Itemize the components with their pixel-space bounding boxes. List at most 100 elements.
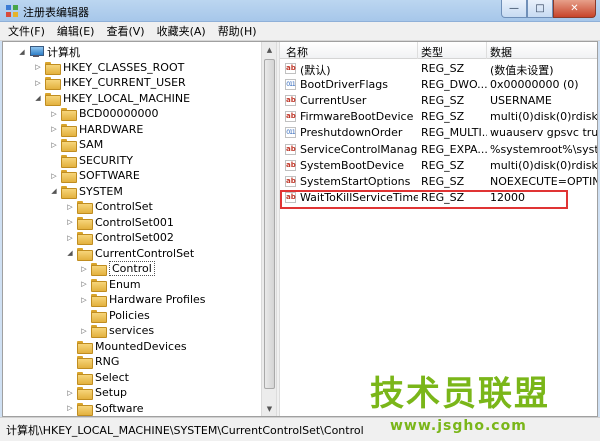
tree-item-label: SYSTEM bbox=[79, 184, 123, 198]
tree-item[interactable]: ▷ Hardware Profiles bbox=[79, 292, 206, 307]
tree-item[interactable]: ▷ Software bbox=[65, 401, 144, 416]
tree-item[interactable]: SECURITY bbox=[49, 153, 133, 168]
maximize-button[interactable]: □ bbox=[527, 0, 553, 18]
tree-item-label: Setup bbox=[95, 386, 128, 399]
list-header: 名称 类型 数据 bbox=[280, 42, 597, 59]
tree-item-label: services bbox=[109, 324, 155, 337]
expand-icon[interactable]: ▷ bbox=[49, 106, 59, 121]
tree-item[interactable]: Select bbox=[65, 370, 129, 385]
tree-item[interactable]: RNG bbox=[65, 354, 119, 369]
tree-item[interactable]: ◢ 计算机 bbox=[17, 44, 80, 59]
tree-item-label: SOFTWARE bbox=[79, 169, 140, 182]
tree-item[interactable]: ▷ BCD00000000 bbox=[49, 106, 159, 121]
collapse-icon[interactable]: ◢ bbox=[65, 246, 75, 261]
tree-item-label: Enum bbox=[109, 277, 141, 291]
computer-icon bbox=[29, 45, 44, 58]
status-path: 计算机\HKEY_LOCAL_MACHINE\SYSTEM\CurrentCon… bbox=[6, 424, 364, 437]
column-divider[interactable] bbox=[417, 42, 418, 59]
list-item[interactable]: 011 BootDriverFlags REG_DWO... 0x00000000 (… bbox=[280, 77, 597, 93]
scroll-up-icon[interactable]: ▲ bbox=[262, 42, 277, 57]
tree-item[interactable]: ▷ HKEY_CURRENT_USER bbox=[33, 75, 186, 90]
close-icon: ✕ bbox=[570, 3, 579, 14]
menu-help[interactable]: 帮助(H) bbox=[212, 23, 263, 39]
highlight-box bbox=[280, 190, 568, 209]
menu-edit[interactable]: 编辑(E) bbox=[51, 23, 101, 39]
tree-item[interactable]: MountedDevices bbox=[65, 339, 187, 354]
tree-item[interactable]: ◢ CurrentControlSet bbox=[65, 246, 194, 261]
expand-icon[interactable]: ▷ bbox=[33, 60, 43, 75]
value-type: REG_SZ bbox=[421, 158, 465, 172]
tree-item-label: Hardware Profiles bbox=[109, 293, 206, 306]
tree-item[interactable]: ▷ SOFTWARE bbox=[49, 168, 140, 183]
menu-favorites[interactable]: 收藏夹(A) bbox=[151, 23, 212, 39]
list-item[interactable]: 011 PreshutdownOrder REG_MULTI... wuauserv … bbox=[280, 125, 597, 141]
folder-icon bbox=[77, 387, 93, 400]
column-header-name[interactable]: 名称 bbox=[286, 44, 308, 60]
column-divider[interactable] bbox=[486, 42, 487, 59]
registry-tree[interactable]: ◢ 计算机 ▷ HKEY_CLASSES_ROOT ▷ HKEY_CURRENT_USER… bbox=[3, 42, 261, 416]
column-header-data[interactable]: 数据 bbox=[490, 44, 512, 60]
tree-item[interactable]: ▷ HKEY_CLASSES_ROOT bbox=[33, 60, 184, 75]
close-button[interactable]: ✕ bbox=[553, 0, 596, 18]
expand-icon[interactable]: ▷ bbox=[65, 401, 75, 416]
value-data: NOEXECUTE=OPTIN bbox=[490, 174, 597, 188]
value-type: REG_EXPA... bbox=[421, 142, 487, 156]
expand-icon[interactable]: ▷ bbox=[49, 168, 59, 183]
menu-view[interactable]: 查看(V) bbox=[100, 23, 150, 39]
list-item[interactable]: ab ServiceControlManager...REG_EXPA...%sy… bbox=[280, 142, 597, 158]
minimize-icon: — bbox=[509, 3, 519, 14]
expand-icon[interactable]: ▷ bbox=[49, 137, 59, 152]
tree-item-label: ControlSet001 bbox=[95, 215, 174, 229]
scroll-down-icon[interactable]: ▼ bbox=[262, 401, 277, 416]
expand-icon[interactable]: ▷ bbox=[79, 323, 89, 338]
expand-icon[interactable]: ▷ bbox=[49, 122, 59, 137]
tree-item[interactable]: ▷ Setup bbox=[65, 385, 127, 400]
tree-item[interactable]: ▷ Enum bbox=[79, 277, 141, 292]
expand-icon[interactable]: ▷ bbox=[79, 261, 89, 276]
list-item[interactable]: ab FirmwareBootDevice REG_SZ multi(0)disk(0… bbox=[280, 109, 597, 125]
expand-icon[interactable]: ▷ bbox=[65, 230, 75, 245]
title-bar: 注册表编辑器 — □ ✕ bbox=[0, 0, 600, 22]
tree-item[interactable]: ▷ services bbox=[79, 323, 154, 338]
expand-icon[interactable]: ▷ bbox=[33, 75, 43, 90]
scroll-thumb[interactable] bbox=[264, 59, 275, 389]
tree-item[interactable]: Policies bbox=[79, 308, 150, 323]
expand-icon[interactable]: ▷ bbox=[79, 277, 89, 292]
folder-icon bbox=[61, 108, 77, 121]
tree-item[interactable]: ▷ SAM bbox=[49, 137, 103, 152]
menu-file[interactable]: 文件(F) bbox=[2, 23, 51, 39]
collapse-icon[interactable]: ◢ bbox=[33, 91, 43, 106]
value-name: BootDriverFlags bbox=[300, 78, 389, 92]
expand-icon[interactable]: ▷ bbox=[79, 292, 89, 307]
value-name: SystemBootDevice bbox=[300, 158, 404, 172]
folder-icon bbox=[61, 170, 77, 183]
list-item[interactable]: ab (默认) REG_SZ (数值未设置) bbox=[280, 61, 597, 77]
tree-item[interactable]: ▷ Control bbox=[79, 261, 155, 276]
list-item[interactable]: ab SystemBootDevice REG_SZ multi(0)disk(0)r… bbox=[280, 158, 597, 174]
tree-item-label: MountedDevices bbox=[95, 339, 187, 353]
tree-item[interactable]: ▷ ControlSet001 bbox=[65, 215, 174, 230]
expand-icon[interactable]: ▷ bbox=[65, 215, 75, 230]
expand-icon[interactable]: ▷ bbox=[65, 385, 75, 400]
list-item[interactable]: ab CurrentUser REG_SZ USERNAME bbox=[280, 93, 597, 109]
list-item[interactable]: ab SystemStartOptions REG_SZ NOEXECUTE=OPT… bbox=[280, 174, 597, 190]
tree-item[interactable]: ◢ HKEY_LOCAL_MACHINE bbox=[33, 91, 190, 106]
window-controls: — □ ✕ bbox=[501, 0, 596, 19]
expand-icon bbox=[79, 308, 89, 323]
column-header-type[interactable]: 类型 bbox=[421, 44, 443, 60]
string-value-icon: ab bbox=[285, 175, 296, 187]
tree-item[interactable]: ▷ HARDWARE bbox=[49, 122, 143, 137]
folder-icon bbox=[77, 356, 93, 369]
tree-item[interactable]: ▷ ControlSet bbox=[65, 199, 153, 214]
tree-item-label: HKEY_LOCAL_MACHINE bbox=[63, 91, 191, 105]
tree-scrollbar[interactable]: ▲ ▼ bbox=[261, 42, 276, 416]
collapse-icon[interactable]: ◢ bbox=[49, 184, 59, 199]
minimize-button[interactable]: — bbox=[501, 0, 527, 18]
binary-value-icon: 011 bbox=[285, 127, 296, 139]
expand-icon[interactable]: ▷ bbox=[65, 199, 75, 214]
tree-item[interactable]: ◢ SYSTEM bbox=[49, 184, 123, 199]
collapse-icon[interactable]: ◢ bbox=[17, 44, 27, 59]
maximize-icon: □ bbox=[535, 3, 545, 14]
tree-item[interactable]: ▷ ControlSet002 bbox=[65, 230, 174, 245]
expand-icon bbox=[49, 153, 59, 168]
